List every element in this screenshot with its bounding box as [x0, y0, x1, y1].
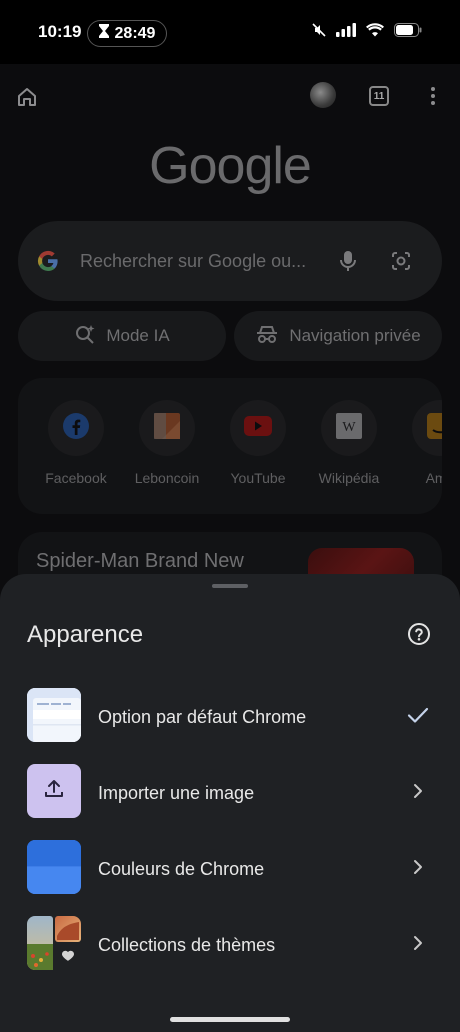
- search-box[interactable]: Rechercher sur Google ou...: [18, 221, 442, 301]
- shortcut-tiles: Facebook Leboncoin YouTube W Wikipédia A…: [18, 378, 442, 514]
- help-icon[interactable]: [407, 622, 431, 651]
- option-default-chrome[interactable]: Option par défaut Chrome: [0, 680, 460, 756]
- search-input[interactable]: Rechercher sur Google ou...: [80, 251, 306, 272]
- google-logo: Google: [149, 137, 312, 195]
- chevron-right-icon: [405, 854, 431, 885]
- feed-card-title: Spider-Man Brand New: [36, 550, 244, 572]
- microphone-icon[interactable]: [338, 249, 358, 278]
- svg-text:W: W: [342, 420, 356, 435]
- shortcut-leboncoin[interactable]: Leboncoin: [121, 400, 213, 486]
- wikipedia-icon: W: [336, 412, 362, 444]
- option-theme-collections[interactable]: Collections de thèmes: [0, 908, 460, 984]
- incognito-button[interactable]: Navigation privée: [234, 311, 442, 361]
- chevron-right-icon: [405, 778, 431, 809]
- option-chrome-colors[interactable]: Couleurs de Chrome: [0, 832, 460, 908]
- ai-mode-button[interactable]: Mode IA: [18, 311, 226, 361]
- chrome-colors-preview-icon: [27, 840, 81, 894]
- google-lens-icon[interactable]: [389, 249, 413, 278]
- home-icon[interactable]: [16, 86, 38, 113]
- timer-pill[interactable]: 28:49: [87, 20, 167, 47]
- google-g-icon: [36, 249, 60, 278]
- youtube-icon: [244, 415, 272, 441]
- status-icons: [312, 23, 422, 42]
- ai-mode-label: Mode IA: [106, 326, 170, 345]
- facebook-icon: [62, 412, 90, 445]
- appearance-bottom-sheet: Apparence Option par défaut Chrome Impor…: [0, 574, 460, 1032]
- status-time: 10:19: [38, 22, 82, 41]
- upload-tile: [27, 764, 81, 818]
- shortcut-wikipedia[interactable]: W Wikipédia: [303, 400, 395, 486]
- shortcut-facebook[interactable]: Facebook: [30, 400, 122, 486]
- sheet-title: Apparence: [27, 621, 144, 648]
- tab-switcher-button[interactable]: 11: [369, 86, 389, 106]
- sheet-drag-handle[interactable]: [212, 584, 248, 588]
- option-label: Collections de thèmes: [98, 935, 276, 955]
- wifi-icon: [366, 23, 384, 42]
- shortcut-youtube[interactable]: YouTube: [212, 400, 304, 486]
- option-import-image[interactable]: Importer une image: [0, 756, 460, 832]
- battery-icon: [394, 23, 422, 42]
- leboncoin-icon: [154, 412, 180, 444]
- option-label: Couleurs de Chrome: [98, 859, 265, 879]
- theme-collections-preview-icon: [27, 916, 81, 970]
- sparkle-search-icon: [74, 323, 96, 350]
- status-bar: 10:19 28:49: [0, 0, 460, 64]
- check-icon: [405, 702, 431, 733]
- timer-value: 28:49: [114, 24, 156, 42]
- signal-icon: [336, 23, 356, 42]
- incognito-icon: [255, 324, 279, 349]
- amazon-icon: [427, 412, 442, 444]
- shortcut-amazon[interactable]: Ama: [394, 400, 442, 486]
- default-theme-preview-icon: [27, 688, 81, 742]
- hourglass-icon: [98, 24, 109, 43]
- incognito-label: Navigation privée: [289, 326, 421, 345]
- option-label: Importer une image: [98, 783, 255, 803]
- mute-icon: [312, 23, 326, 42]
- home-indicator[interactable]: [170, 1017, 290, 1022]
- upload-icon: [43, 778, 65, 805]
- chevron-right-icon: [405, 930, 431, 961]
- more-vert-icon[interactable]: [426, 85, 440, 112]
- avatar[interactable]: [310, 82, 336, 108]
- option-label: Option par défaut Chrome: [98, 707, 307, 727]
